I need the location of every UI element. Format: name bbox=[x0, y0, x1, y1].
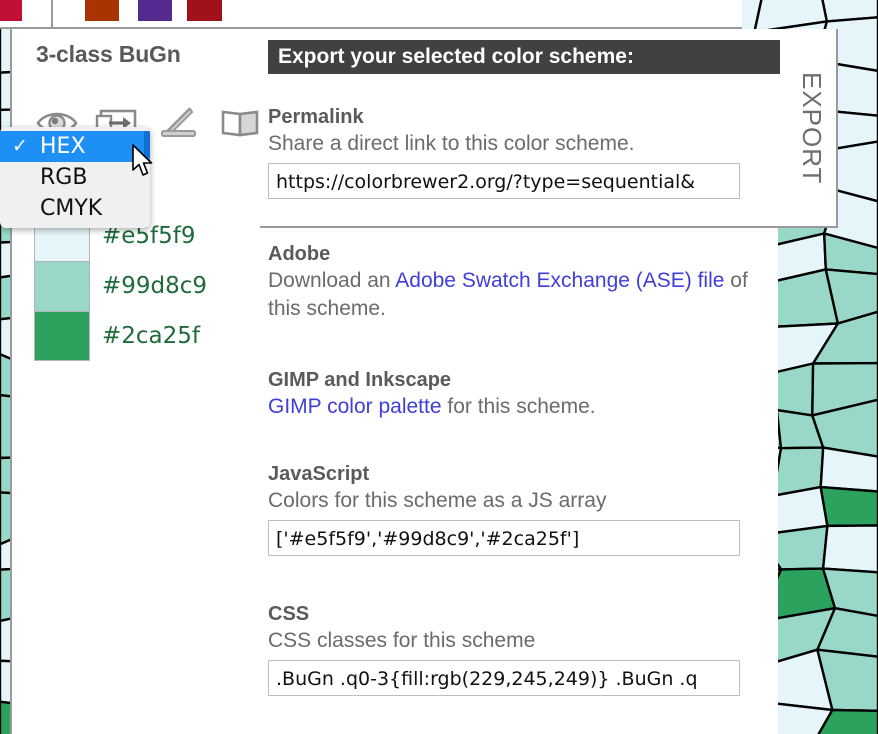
format-option-rgb[interactable]: RGB bbox=[0, 162, 150, 193]
section-heading: GIMP and Inkscape bbox=[268, 369, 452, 391]
section-description: Share a direct link to this color scheme… bbox=[268, 132, 635, 155]
export-section-gimp: GIMP and Inkscape GIMP color palette for … bbox=[268, 367, 768, 421]
export-field-css[interactable]: .BuGn .q0-3{fill:rgb(229,245,249)} .BuGn… bbox=[268, 660, 740, 696]
section-description: GIMP color palette for this scheme. bbox=[268, 395, 596, 418]
section-description: Colors for this scheme as a JS array bbox=[268, 489, 607, 512]
scheme-color-values: #e5f5f9 #99d8c9 #2ca25f bbox=[102, 211, 207, 361]
swatch-purple[interactable] bbox=[138, 0, 172, 21]
export-field-permalink[interactable]: https://colorbrewer2.org/?type=sequentia… bbox=[268, 163, 740, 199]
color-format-select-menu[interactable]: ✓ HEX RGB CMYK bbox=[0, 127, 150, 228]
mouse-cursor bbox=[132, 144, 153, 176]
section-heading: CSS bbox=[268, 603, 310, 625]
section-heading: Adobe bbox=[268, 243, 331, 265]
export-section-javascript: JavaScript Colors for this scheme as a JS… bbox=[268, 461, 768, 556]
color-swatch[interactable] bbox=[34, 311, 90, 361]
check-icon: ✓ bbox=[12, 135, 28, 157]
section-download-link[interactable]: Adobe Swatch Exchange (ASE) file bbox=[395, 269, 724, 292]
export-tab-label[interactable]: EXPORT bbox=[783, 72, 827, 202]
color-swatch[interactable] bbox=[34, 261, 90, 311]
swatch-crimson[interactable] bbox=[0, 0, 22, 21]
export-section-permalink: Permalink Share a direct link to this col… bbox=[268, 104, 768, 199]
swatch-darkred[interactable] bbox=[187, 0, 222, 21]
swatch-orange[interactable] bbox=[85, 0, 119, 21]
export-field-javascript[interactable]: ['#e5f5f9','#99d8c9','#2ca25f'] bbox=[268, 520, 740, 556]
print-friendly-icon[interactable] bbox=[217, 104, 263, 142]
export-panel-header: Export your selected color scheme: bbox=[268, 40, 780, 74]
format-option-label: RGB bbox=[40, 165, 88, 190]
format-option-label: HEX bbox=[40, 134, 86, 159]
scheme-title: 3-class BuGn bbox=[36, 41, 181, 67]
export-section-adobe: Adobe Download an Adobe Swatch Exchange (… bbox=[268, 241, 768, 323]
section-heading: Permalink bbox=[268, 106, 364, 128]
scheme-color-swatches bbox=[34, 211, 90, 361]
section-download-link[interactable]: GIMP color palette bbox=[268, 395, 442, 418]
format-option-cmyk[interactable]: CMYK bbox=[0, 193, 150, 224]
strip-divider bbox=[51, 0, 53, 27]
scheme-swatch-strip bbox=[0, 0, 742, 28]
lcd-friendly-icon[interactable] bbox=[156, 104, 202, 142]
section-heading: JavaScript bbox=[268, 463, 370, 485]
export-section-css: CSS CSS classes for this scheme .BuGn .q0-… bbox=[268, 601, 768, 696]
color-hex-value: #99d8c9 bbox=[102, 273, 208, 299]
section-description: CSS classes for this scheme bbox=[268, 629, 536, 652]
format-option-hex[interactable]: ✓ HEX bbox=[0, 131, 150, 162]
color-hex-value: #2ca25f bbox=[102, 323, 201, 349]
section-description: Download an Adobe Swatch Exchange (ASE) … bbox=[268, 269, 748, 320]
format-option-label: CMYK bbox=[40, 196, 103, 221]
export-panel-content: Export your selected color scheme: Perma… bbox=[260, 29, 838, 734]
